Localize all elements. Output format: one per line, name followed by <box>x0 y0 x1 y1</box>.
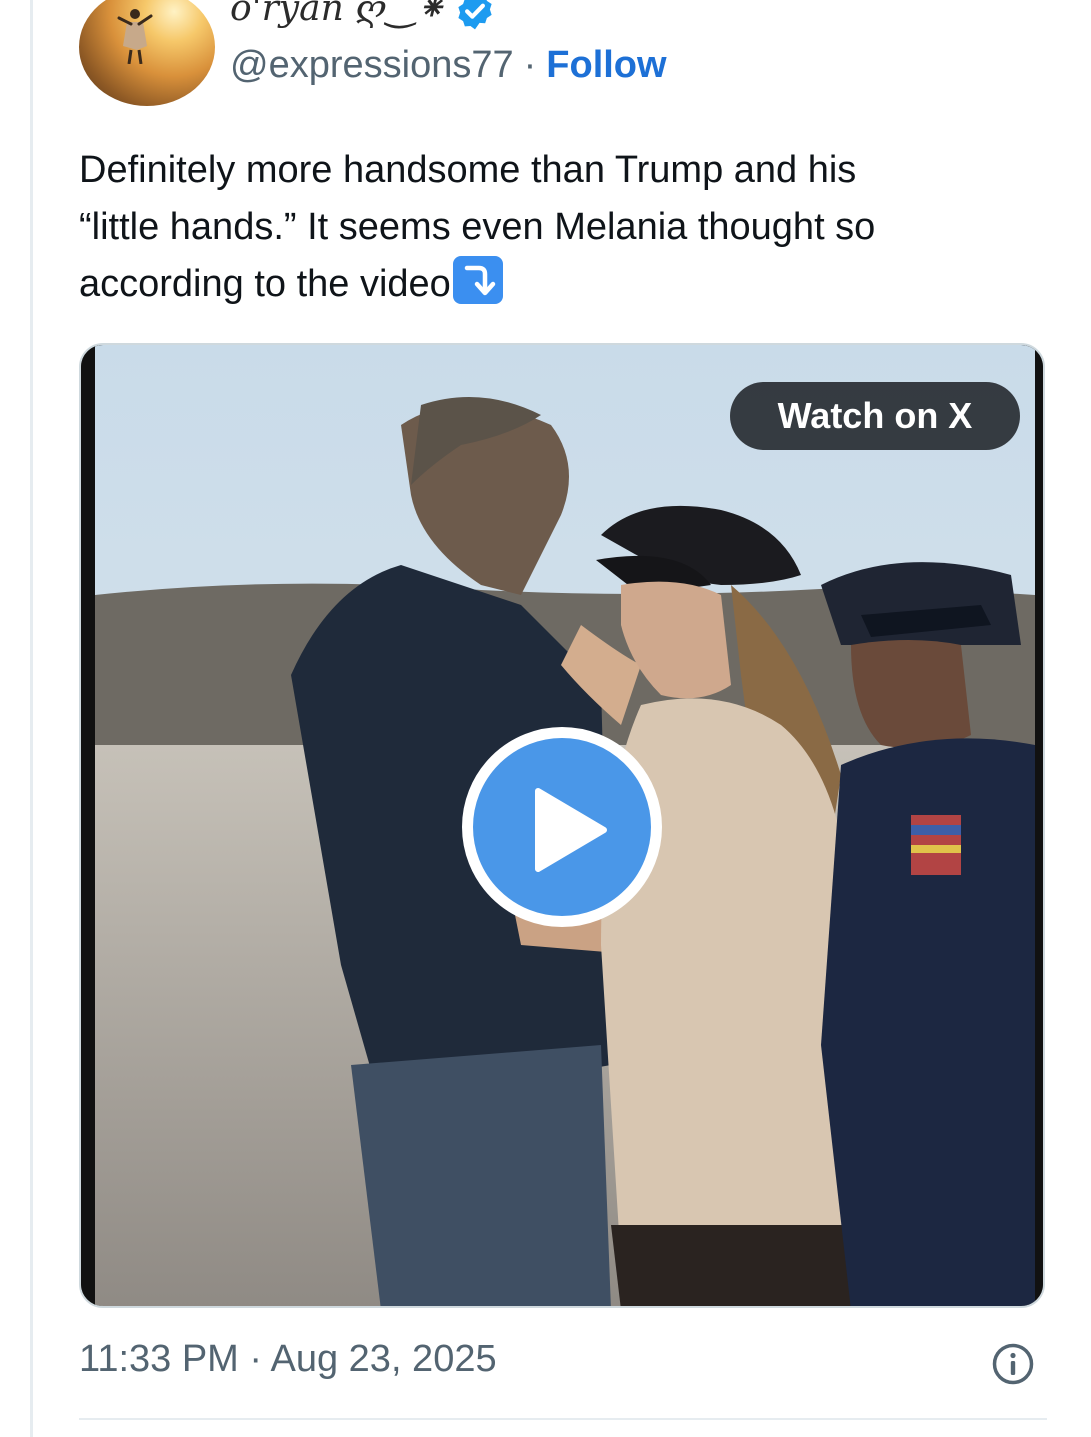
footer-divider <box>79 1418 1047 1420</box>
arrow-curve-down-icon <box>452 256 503 304</box>
author-handle[interactable]: @expressions77 <box>230 44 514 86</box>
thread-left-border <box>30 0 33 1437</box>
tweet-text: Definitely more handsome than Trump and … <box>79 142 1059 313</box>
follow-button[interactable]: Follow <box>546 44 666 86</box>
handle-separator: · <box>523 44 537 86</box>
author-display-name[interactable]: o'ryan ღ‿⁕ <box>230 0 446 29</box>
info-icon[interactable] <box>991 1342 1035 1386</box>
author-handle-row: @expressions77 · Follow <box>230 44 667 87</box>
tweet-timestamp[interactable]: 11:33 PM · Aug 23, 2025 <box>79 1338 497 1381</box>
play-button[interactable] <box>462 727 662 927</box>
author-avatar[interactable] <box>79 0 215 106</box>
verified-badge-icon <box>458 0 492 30</box>
play-icon <box>535 788 607 872</box>
avatar-person-silhouette <box>117 9 153 64</box>
watch-on-x-button[interactable]: Watch on X <box>730 382 1020 450</box>
